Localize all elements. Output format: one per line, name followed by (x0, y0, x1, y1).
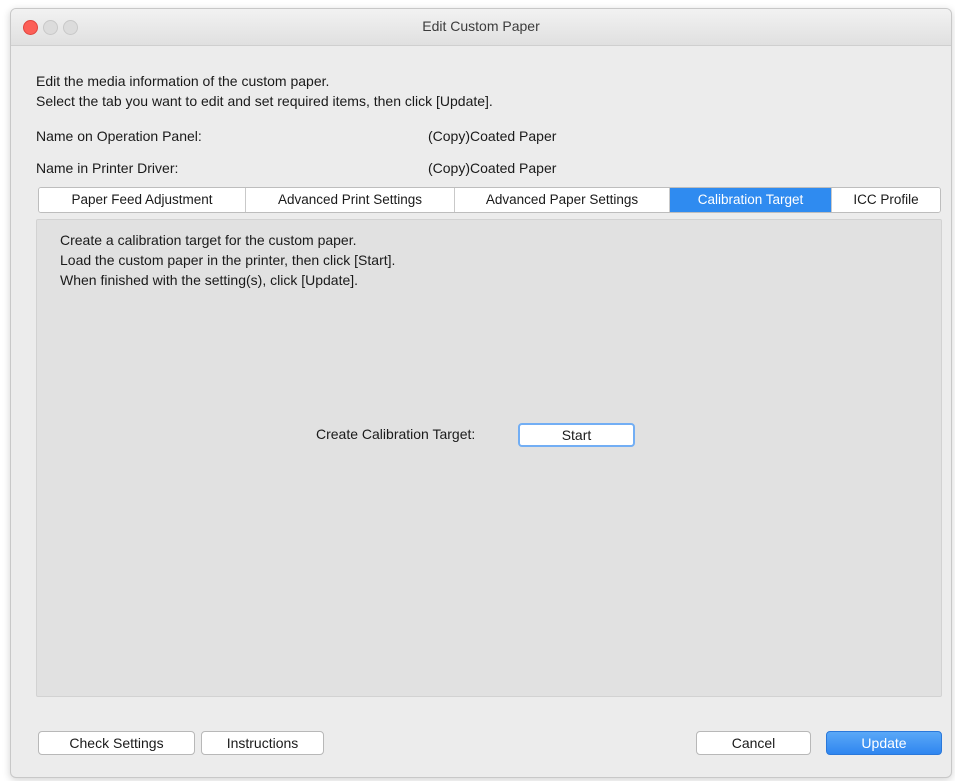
tab-calibration-target[interactable]: Calibration Target (670, 188, 832, 212)
panel-instructions: Create a calibration target for the cust… (60, 230, 395, 290)
cancel-button[interactable]: Cancel (696, 731, 811, 755)
operation-panel-name-value: (Copy)Coated Paper (428, 128, 557, 144)
tab-advanced-print-settings[interactable]: Advanced Print Settings (246, 188, 455, 212)
intro-line-2: Select the tab you want to edit and set … (36, 93, 493, 109)
update-button[interactable]: Update (826, 731, 942, 755)
panel-line-3: When finished with the setting(s), click… (60, 272, 359, 288)
panel-line-2: Load the custom paper in the printer, th… (60, 252, 396, 268)
check-settings-button[interactable]: Check Settings (38, 731, 195, 755)
create-calibration-target-label: Create Calibration Target: (316, 426, 476, 442)
edit-custom-paper-window: Edit Custom Paper Edit the media informa… (10, 8, 952, 778)
start-button[interactable]: Start (518, 423, 635, 447)
printer-driver-name-value: (Copy)Coated Paper (428, 160, 557, 176)
tab-paper-feed-adjustment[interactable]: Paper Feed Adjustment (39, 188, 246, 212)
calibration-target-panel: Create a calibration target for the cust… (36, 219, 942, 697)
tab-advanced-paper-settings[interactable]: Advanced Paper Settings (455, 188, 670, 212)
printer-driver-name-label: Name in Printer Driver: (36, 160, 179, 176)
intro-text: Edit the media information of the custom… (36, 71, 493, 111)
instructions-button[interactable]: Instructions (201, 731, 324, 755)
tab-bar: Paper Feed Adjustment Advanced Print Set… (38, 187, 941, 213)
intro-line-1: Edit the media information of the custom… (36, 73, 330, 89)
tab-icc-profile[interactable]: ICC Profile (832, 188, 940, 212)
window-title: Edit Custom Paper (422, 18, 540, 34)
title-bar: Edit Custom Paper (11, 9, 951, 46)
operation-panel-name-label: Name on Operation Panel: (36, 128, 202, 144)
panel-line-1: Create a calibration target for the cust… (60, 232, 357, 248)
